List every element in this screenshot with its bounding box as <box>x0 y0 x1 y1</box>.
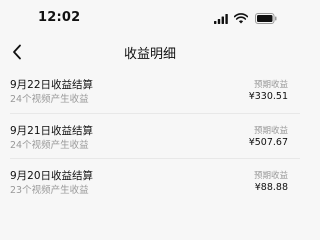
record-status: 预期收益 <box>253 80 288 90</box>
income-record-row[interactable]: 9月20日收益结算 23个视频产生收益 预期收益 ¥88.88 <box>10 158 300 200</box>
income-record-row[interactable]: 9月22日收益结算 24个视频产生收益 预期收益 ¥330.51 <box>10 68 300 113</box>
record-title: 9月21日收益结算 <box>10 125 94 137</box>
record-amount: ¥330.51 <box>248 91 288 102</box>
status-bar: 12:02 <box>0 0 300 38</box>
record-subtitle: 24个视频产生收益 <box>10 140 89 151</box>
record-subtitle: 24个视频产生收益 <box>10 94 89 105</box>
signal-icon <box>214 14 228 24</box>
status-time: 12:02 <box>38 10 81 25</box>
income-record-list: 9月22日收益结算 24个视频产生收益 预期收益 ¥330.51 9月21日收益… <box>0 68 300 200</box>
record-amount: ¥507.67 <box>248 137 288 148</box>
record-title: 9月22日收益结算 <box>10 79 94 91</box>
record-subtitle: 23个视频产生收益 <box>10 185 89 196</box>
battery-icon <box>255 13 277 24</box>
page-title: 收益明细 <box>123 47 176 62</box>
record-status: 预期收益 <box>253 171 288 181</box>
income-record-row[interactable]: 9月21日收益结算 24个视频产生收益 预期收益 ¥507.67 <box>10 113 300 158</box>
nav-bar: 收益明细 <box>0 38 300 68</box>
record-status: 预期收益 <box>253 126 288 136</box>
record-amount: ¥88.88 <box>254 182 288 193</box>
income-detail-screen: 12:02 收益明细 9月22日收益结算 24个视频产生收益 预期收益 ¥330… <box>0 0 300 200</box>
record-title: 9月20日收益结算 <box>10 170 94 182</box>
wifi-icon <box>234 13 248 24</box>
